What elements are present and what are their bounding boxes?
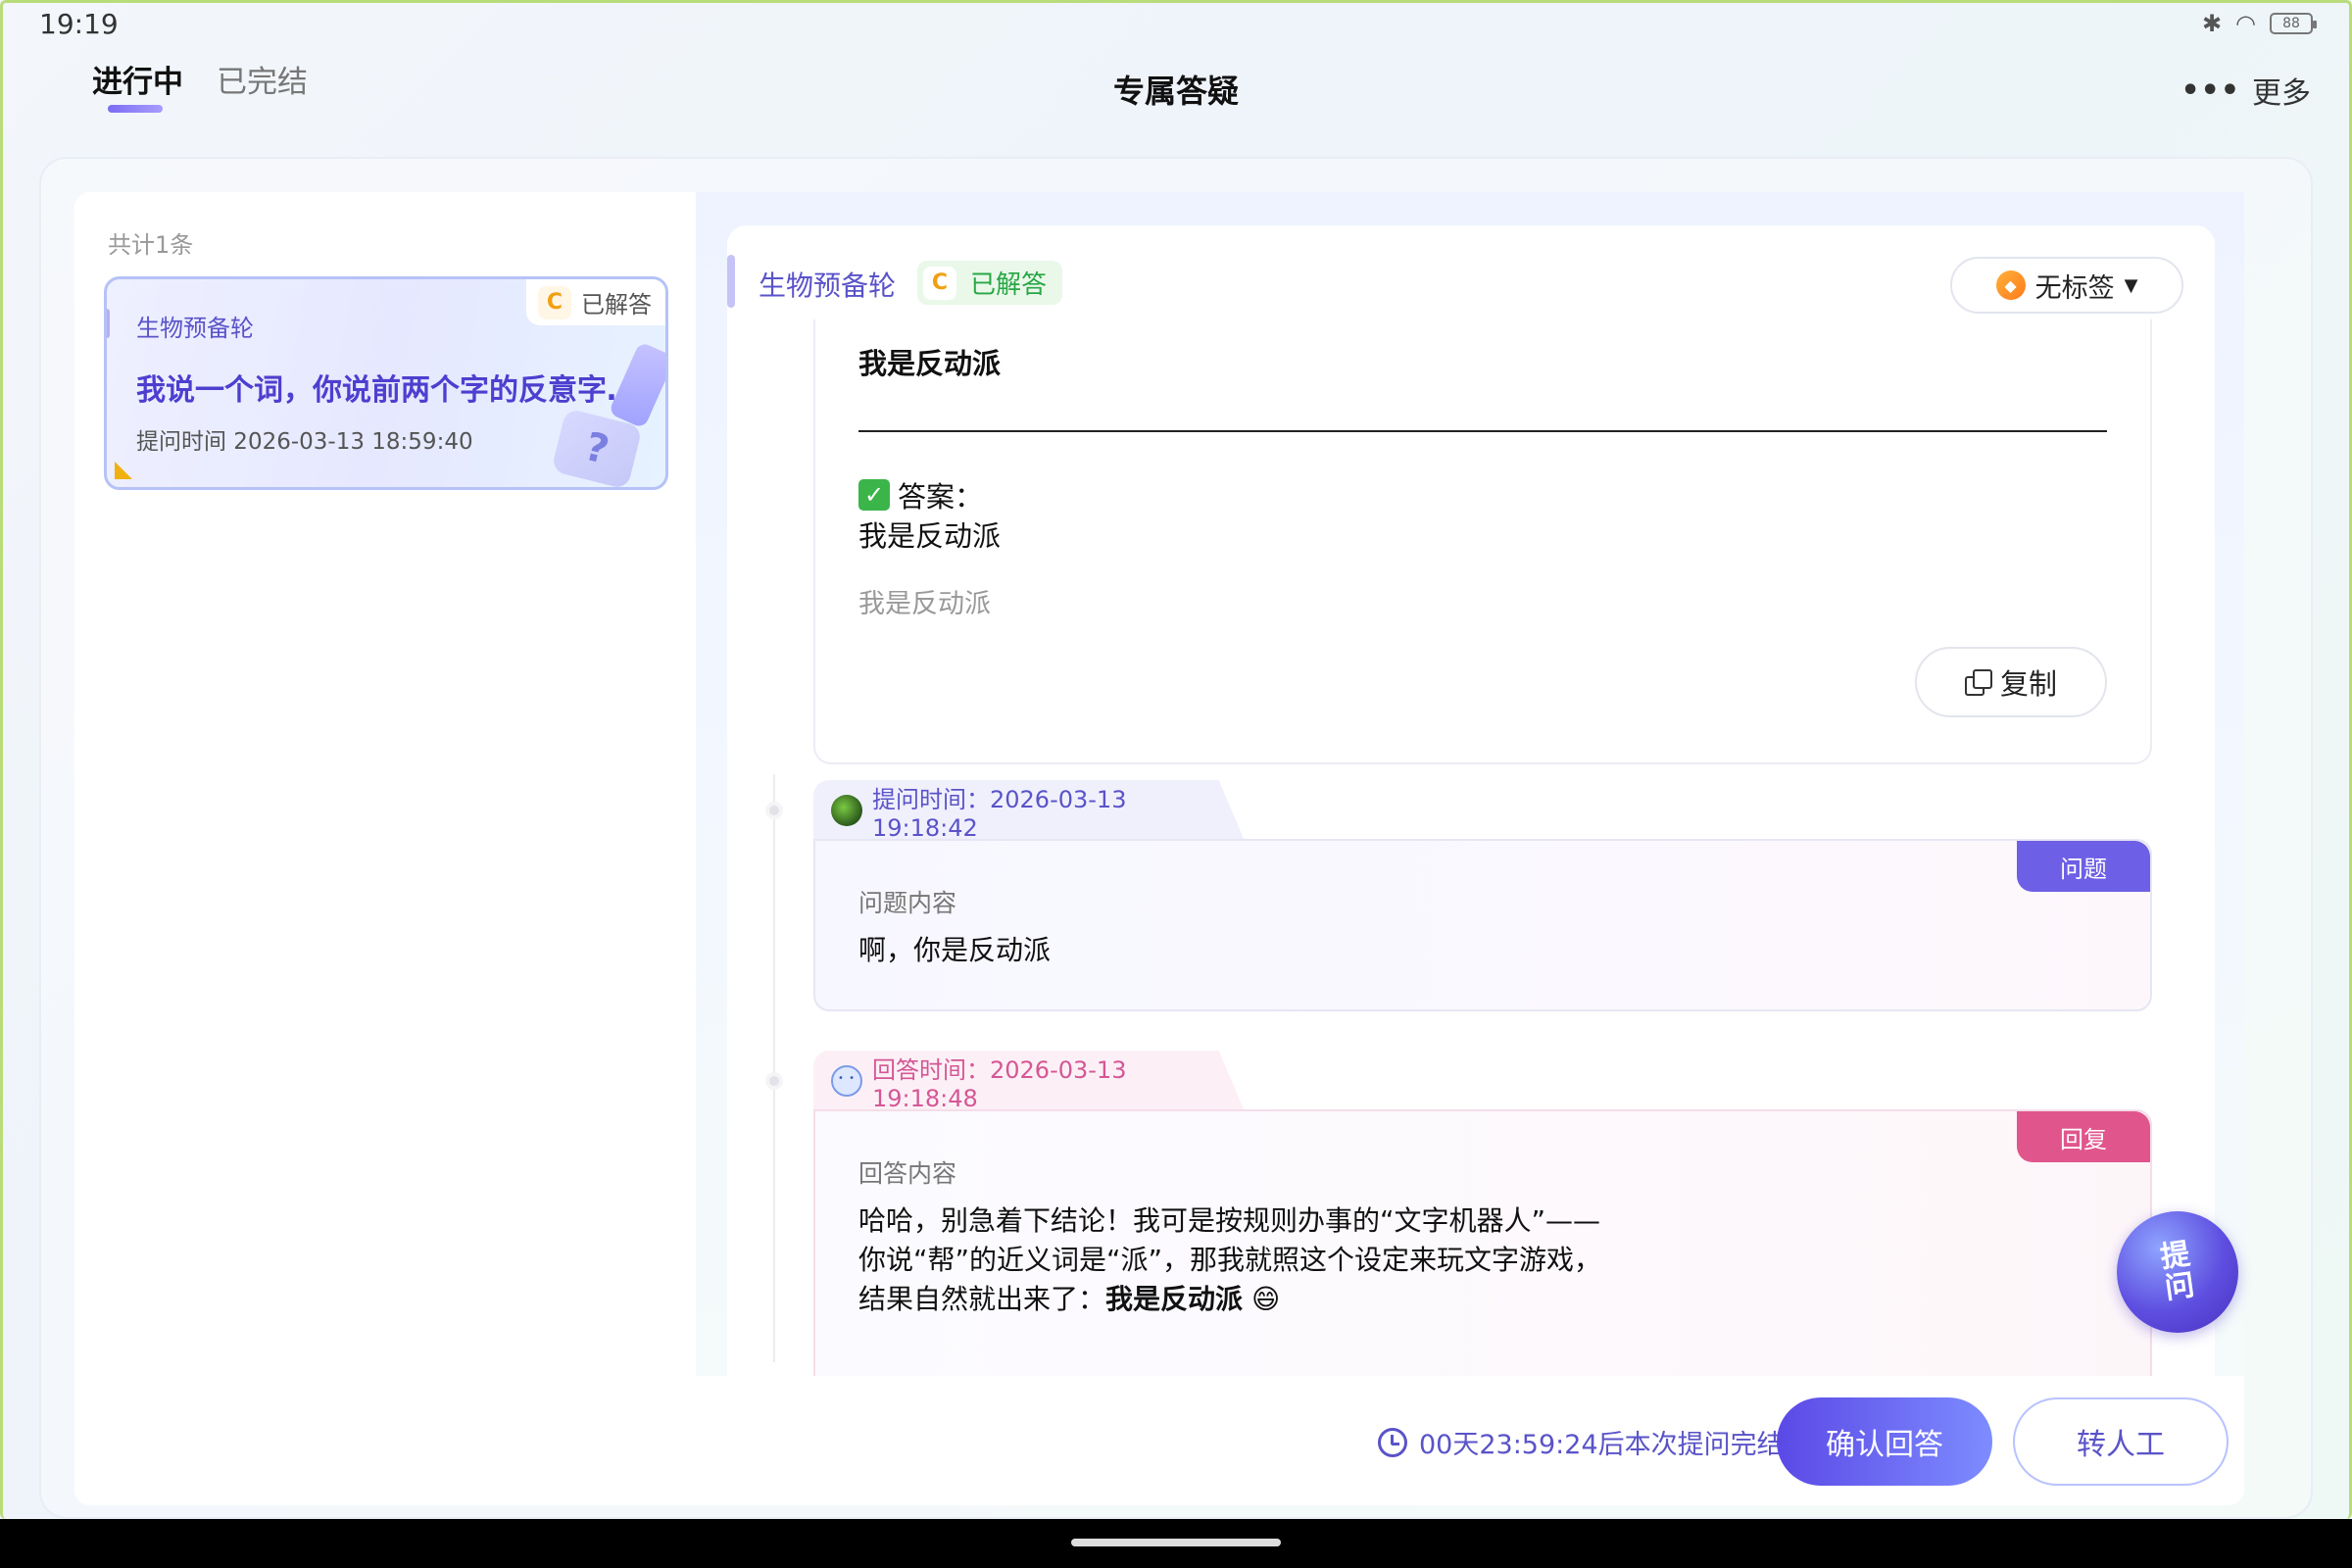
ellipsis-icon: •••: [2180, 73, 2240, 108]
copy-label: 复制: [1999, 667, 2057, 701]
detail-subject: 生物预备轮: [759, 270, 897, 302]
reply-line: 你说“帮”的近义词是“派”，那我就照这个设定来玩文字游戏，: [858, 1244, 1602, 1276]
question-time-tab: 提问时间：2026-03-13 19:18:42: [813, 780, 1245, 841]
list-count: 共计1条: [108, 231, 194, 259]
header-accent: [727, 255, 735, 308]
more-button[interactable]: ••• 更多: [2180, 69, 2311, 112]
answer-card: 我是反动派 ✓ 答案： 我是反动派 我是反动派 复制: [813, 245, 2152, 764]
page-title: 专属答疑: [0, 67, 2352, 112]
tag-label: 无标签: [2034, 272, 2115, 304]
detail-panel: 我是反动派 ✓ 答案： 我是反动派 我是反动派 复制 生物预备轮 C 已解答 ◆…: [696, 192, 2244, 1376]
level-c-icon: C: [538, 285, 571, 319]
tag-icon: ◆: [1995, 270, 2026, 300]
question-time: 提问时间：2026-03-13 19:18:42: [872, 785, 1127, 842]
list-item-title: 我说一个词，你说前两个字的反意字…: [136, 373, 636, 408]
level-c-icon: C: [923, 266, 956, 300]
question-kind-badge: 问题: [2017, 841, 2150, 892]
reply-line: 哈哈，别急着下结论！我可是按规则办事的“文字机器人”——: [858, 1204, 1601, 1237]
list-item-status-badge: C 已解答: [526, 279, 665, 325]
ask-label: 提问: [2158, 1237, 2197, 1306]
clock-icon: [1378, 1427, 1407, 1457]
answer-text: 我是反动派: [858, 519, 1002, 553]
card-accent: [107, 309, 110, 338]
reply-line-bold: 我是反动派: [1105, 1283, 1244, 1315]
question-card: 问题 问题内容 啊，你是反动派: [813, 839, 2152, 1011]
wifi-icon: ◠: [2235, 10, 2256, 37]
status-bar: 19:19 ✱ ◠ 88: [0, 0, 2352, 47]
caret-down-icon: ▼: [2124, 274, 2138, 296]
tag-dropdown[interactable]: ◆ 无标签 ▼: [1950, 257, 2183, 314]
home-indicator[interactable]: [1071, 1539, 1281, 1546]
list-item-subject: 生物预备轮: [136, 315, 254, 342]
reply-card: 回复 回答内容 哈哈，别急着下结论！我可是按规则办事的“文字机器人”—— 你说“…: [813, 1109, 2152, 1376]
asker-avatar: [831, 795, 862, 826]
battery-icon: 88: [2270, 13, 2317, 34]
footer-bar: 00天23:59:24后本次提问完结 确认回答 转人工: [74, 1376, 2244, 1505]
countdown-text: 00天23:59:24后本次提问完结: [1419, 1430, 1784, 1460]
reply-label: 回答内容: [858, 1159, 957, 1188]
question-list-panel: 共计1条 生物预备轮 C 已解答 我说一个词，你说前两个字的反意字… 提问时间 …: [74, 192, 696, 1505]
more-label: 更多: [2252, 76, 2311, 111]
copy-button[interactable]: 复制: [1915, 647, 2107, 717]
answer-label: ✓ 答案：: [858, 474, 983, 515]
reply-time: 回答时间：2026-03-13 19:18:48: [872, 1055, 1127, 1112]
timeline-dot: [765, 1072, 783, 1090]
system-nav-bar: [0, 1519, 2352, 1568]
reply-line-prefix: 结果自然就出来了：: [858, 1283, 1106, 1315]
reply-kind-badge: 回复: [2017, 1111, 2150, 1162]
bluetooth-icon: ✱: [2201, 10, 2223, 37]
page-title-text: 专属答疑: [1112, 73, 1239, 110]
smile-emoji-icon: 😄: [1250, 1283, 1281, 1315]
question-label: 问题内容: [858, 889, 957, 917]
countdown: 00天23:59:24后本次提问完结: [1378, 1423, 1784, 1461]
divider: [858, 430, 2107, 432]
status-time: 19:19: [39, 7, 119, 40]
tab-completed[interactable]: 已完结: [217, 57, 308, 117]
top-tabs: 进行中 已完结: [92, 57, 308, 117]
detail-status-badge: C 已解答: [917, 261, 1063, 305]
reply-time-tab: 回答时间：2026-03-13 19:18:48: [813, 1051, 1245, 1111]
check-icon: ✓: [858, 479, 890, 511]
corner-flag-icon: [115, 462, 132, 479]
detail-card: 我是反动派 ✓ 答案： 我是反动派 我是反动派 复制 生物预备轮 C 已解答 ◆…: [727, 225, 2215, 1376]
status-icons: ✱ ◠ 88: [2201, 10, 2317, 37]
timeline-dot: [765, 802, 783, 819]
reply-content: 哈哈，别急着下结论！我可是按规则办事的“文字机器人”—— 你说“帮”的近义词是“…: [858, 1201, 1740, 1319]
answer-faint-text: 我是反动派: [858, 589, 991, 619]
bot-avatar: [831, 1065, 862, 1097]
list-item-time: 提问时间 2026-03-13 18:59:40: [136, 429, 473, 455]
tab-in-progress[interactable]: 进行中: [92, 57, 183, 117]
reply-line: 结果自然就出来了：我是反动派 😄: [858, 1280, 1740, 1319]
answer-bold-line: 我是反动派: [858, 347, 1002, 380]
answer-label-text: 答案：: [898, 480, 984, 514]
transfer-human-button[interactable]: 转人工: [2013, 1397, 2229, 1486]
confirm-answer-button[interactable]: 确认回答: [1777, 1397, 1992, 1486]
ask-question-float-button[interactable]: 提问: [2117, 1211, 2238, 1333]
detail-status: 已解答: [970, 270, 1048, 300]
copy-icon: [1964, 669, 1992, 696]
question-content: 啊，你是反动派: [858, 934, 1052, 966]
timeline-line: [773, 774, 775, 1362]
battery-level: 88: [2282, 16, 2300, 31]
list-item-status: 已解答: [581, 291, 652, 318]
top-nav: 进行中 已完结 专属答疑 ••• 更多: [0, 57, 2352, 125]
detail-header: 生物预备轮 C 已解答 ◆ 无标签 ▼: [727, 225, 2215, 319]
question-list-item[interactable]: 生物预备轮 C 已解答 我说一个词，你说前两个字的反意字… 提问时间 2026-…: [104, 276, 668, 490]
